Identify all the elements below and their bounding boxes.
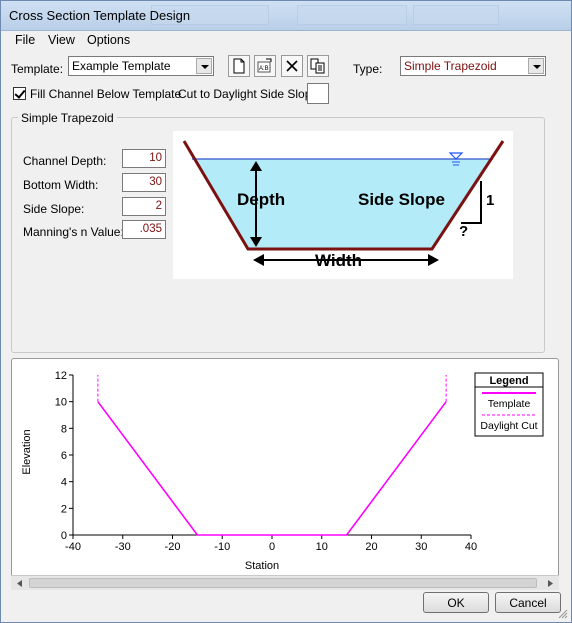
type-select[interactable]: Simple Trapezoid (400, 56, 546, 76)
water-surface-icon (448, 152, 464, 160)
y-tick-label: 6 (61, 450, 67, 462)
slope-run-label: ? (459, 223, 468, 240)
menu-options[interactable]: Options (87, 33, 130, 47)
copy-template-button[interactable] (307, 55, 329, 77)
channel-depth-input[interactable]: 10 (122, 149, 166, 168)
fill-channel-checkbox[interactable] (13, 87, 26, 100)
rename-template-button[interactable]: A:B (254, 55, 276, 77)
ok-button[interactable]: OK (423, 592, 489, 613)
plot-panel: 0 2 4 6 8 10 12 -40 -30 -20 -10 0 10 20 30 40 Legend Te… (11, 358, 559, 590)
template-select[interactable]: Example Template (68, 56, 214, 76)
side-slope-input[interactable]: 2 (122, 197, 166, 216)
trapezoid-diagram: Depth Side Slope Width 1 ? (182, 140, 505, 270)
x-tick-label: 30 (415, 541, 427, 553)
x-tick-label: 0 (269, 541, 275, 553)
chart-marks (97, 375, 447, 536)
y-tick-label: 2 (61, 503, 67, 515)
side-slope-diagram-label: Side Slope (358, 190, 445, 209)
delete-template-button[interactable] (281, 55, 303, 77)
type-select-value: Simple Trapezoid (404, 59, 497, 73)
x-axis-label: Station (245, 560, 279, 572)
x-tick-label: 20 (365, 541, 377, 553)
scrollbar-thumb[interactable] (29, 578, 537, 588)
background-window-ghost (297, 5, 407, 25)
group-title: Simple Trapezoid (18, 111, 117, 125)
x-tick-label: 10 (316, 541, 328, 553)
legend-daylight-label: Daylight Cut (480, 420, 537, 432)
cross-section-chart: 024681012-40 -30 -20 -10 0 10 20 30 40 Legend Te… (21, 370, 544, 572)
legend-title: Legend (489, 375, 528, 387)
horizontal-scrollbar[interactable] (11, 575, 559, 590)
chart-axes: 024681012-40 -30 -20 -10 0 10 20 30 40 (55, 370, 477, 553)
menu-view[interactable]: View (48, 33, 75, 47)
y-tick-label: 10 (55, 397, 67, 409)
template-label: Template: (11, 62, 64, 76)
resize-grip-icon[interactable] (558, 609, 568, 619)
daylight-slope-input[interactable] (307, 83, 329, 104)
mannings-n-label: Manning's n Value: (23, 225, 124, 239)
x-tick-label: -20 (165, 541, 181, 553)
copy-icon (310, 58, 325, 74)
x-tick-label: -10 (214, 541, 230, 553)
y-tick-label: 12 (55, 370, 67, 382)
channel-depth-label: Channel Depth: (23, 154, 107, 168)
legend: Legend Template Daylight Cut (474, 372, 544, 437)
window-title: Cross Section Template Design (9, 8, 191, 23)
menu-file[interactable]: File (15, 33, 35, 47)
background-window-ghost (413, 5, 499, 25)
trapezoid-illustration: Depth Side Slope Width 1 ? (173, 131, 513, 279)
svg-text:A:B: A:B (259, 66, 269, 72)
template-select-value: Example Template (72, 59, 171, 73)
new-document-icon (233, 58, 245, 74)
x-tick-label: 40 (465, 541, 477, 553)
depth-label: Depth (237, 190, 285, 209)
slope-rise-label: 1 (486, 192, 494, 209)
title-bar: Cross Section Template Design (1, 1, 571, 31)
template-series-line (97, 401, 447, 536)
chevron-down-icon[interactable] (196, 58, 212, 74)
bottom-width-input[interactable]: 30 (122, 173, 166, 192)
fill-channel-label[interactable]: Fill Channel Below Template (30, 87, 181, 101)
side-slope-label: Side Slope: (23, 202, 85, 216)
scroll-left-icon[interactable] (13, 578, 27, 589)
scroll-right-icon[interactable] (543, 578, 557, 589)
menu-bar: File View Options (2, 31, 570, 50)
cancel-button[interactable]: Cancel (495, 592, 561, 613)
delete-x-icon (286, 60, 298, 72)
cross-section-template-window: Cross Section Template Design File View … (0, 0, 572, 623)
y-tick-label: 4 (61, 477, 67, 489)
width-label: Width (315, 251, 362, 270)
y-axis-label: Elevation (21, 429, 33, 474)
chevron-down-icon[interactable] (528, 58, 544, 74)
new-template-button[interactable] (228, 55, 250, 77)
bottom-width-label: Bottom Width: (23, 178, 99, 192)
y-tick-label: 8 (61, 423, 67, 435)
daylight-label: Cut to Daylight Side Slope: (178, 87, 322, 101)
x-tick-label: -40 (65, 541, 81, 553)
type-label: Type: (353, 62, 383, 76)
legend-template-label: Template (488, 398, 531, 410)
x-tick-label: -30 (115, 541, 131, 553)
mannings-n-input[interactable]: .035 (122, 220, 166, 239)
rename-icon: A:B (257, 58, 272, 73)
